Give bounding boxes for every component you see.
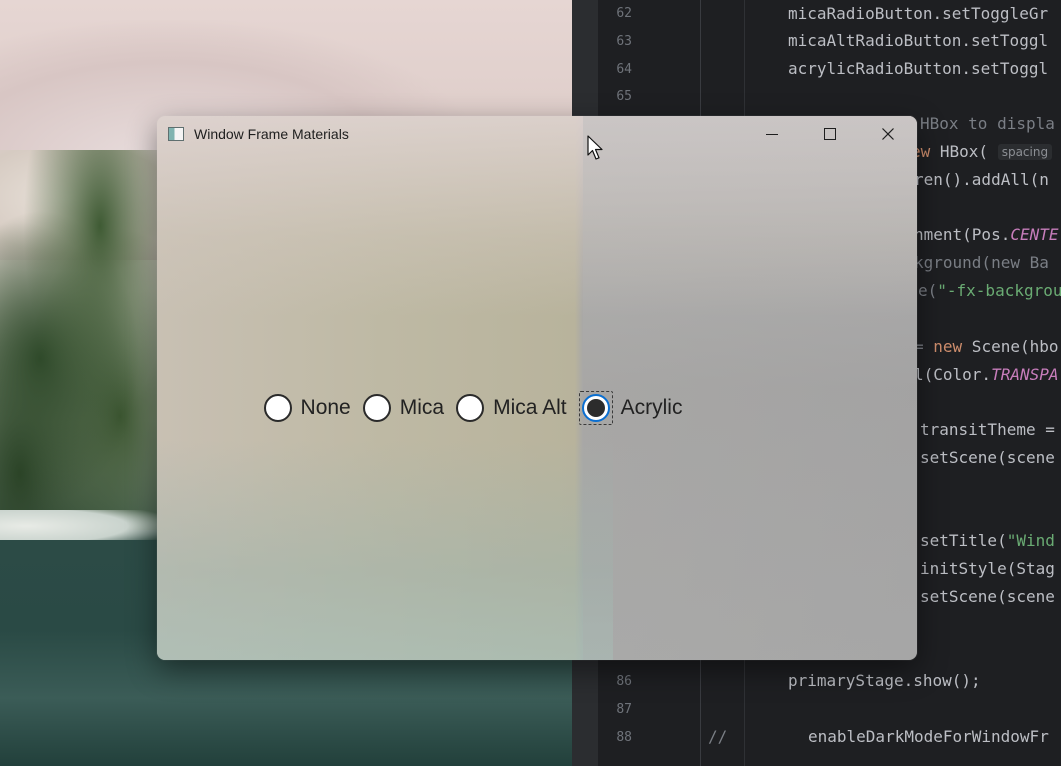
code-keyword: new (933, 337, 963, 356)
code-text: setTitle( (920, 531, 1007, 550)
code-string: "Wind (1006, 531, 1055, 550)
minimize-icon (766, 134, 778, 135)
focus-ring (578, 391, 613, 425)
title-bar[interactable]: Window Frame Materials (157, 116, 917, 152)
code-line[interactable]: enableDarkModeForWindowFr (808, 727, 1049, 747)
line-number: 64 (616, 62, 632, 77)
code-text: nment(Pos. (914, 225, 1011, 244)
radio-button-selected[interactable] (581, 394, 610, 422)
code-line[interactable]: kground(new Ba (914, 253, 1049, 273)
code-line[interactable]: initStyle(Stag (920, 559, 1055, 579)
code-text: Scene(hbo (962, 337, 1059, 356)
code-line[interactable]: l(Color.TRANSPA (914, 365, 1059, 385)
line-number: 87 (616, 702, 632, 717)
radio-label: Acrylic (620, 396, 683, 419)
line-number: 88 (616, 730, 632, 745)
minimize-button[interactable] (743, 116, 801, 152)
radio-mica[interactable]: Mica (362, 394, 445, 422)
radio-none[interactable]: None (263, 394, 351, 422)
mouse-cursor-icon (587, 135, 603, 160)
code-line[interactable]: ew HBox( spacing (911, 142, 1053, 162)
parameter-hint: spacing (997, 144, 1053, 160)
code-line[interactable]: setScene(scene (920, 448, 1055, 468)
code-constant: TRANSPA (991, 365, 1059, 384)
close-button[interactable] (859, 116, 917, 152)
code-line[interactable]: acrylicRadioButton.setToggl (788, 59, 1048, 79)
radio-label: Mica (399, 396, 445, 419)
code-line[interactable]: = new Scene(hbo (914, 337, 1059, 357)
code-line[interactable]: setTitle("Wind (920, 531, 1055, 551)
code-line[interactable]: setScene(scene (920, 587, 1055, 607)
radio-button[interactable] (362, 394, 391, 422)
code-line[interactable]: micaRadioButton.setToggleGr (788, 4, 1048, 24)
code-line[interactable]: primaryStage.show(); (788, 671, 981, 691)
radio-acrylic[interactable]: Acrylic (578, 391, 683, 425)
radio-mica-alt[interactable]: Mica Alt (456, 394, 567, 422)
code-line[interactable]: transitTheme = (920, 420, 1055, 440)
close-icon (882, 128, 894, 140)
code-line[interactable]: HBox to displa (920, 114, 1055, 134)
code-text: e( (918, 281, 938, 300)
radio-label: Mica Alt (493, 396, 567, 419)
radio-button[interactable] (456, 394, 485, 422)
code-line[interactable]: nment(Pos.CENTE (914, 225, 1059, 245)
code-line[interactable]: ren().addAll(n (914, 170, 1049, 190)
app-icon (168, 127, 184, 141)
backdrop-layer (157, 440, 613, 660)
maximize-button[interactable] (801, 116, 859, 152)
radio-button[interactable] (263, 394, 292, 422)
maximize-icon (824, 128, 836, 140)
code-string: "-fx-backgrou (937, 281, 1061, 300)
line-number: 65 (616, 89, 632, 104)
window-title: Window Frame Materials (194, 126, 349, 142)
app-window[interactable]: Window Frame Materials None Mica Mica Al… (157, 116, 917, 660)
line-number: 62 (616, 6, 632, 21)
code-constant: CENTE (1010, 225, 1059, 244)
wallpaper-trees (0, 150, 180, 530)
line-number: 63 (616, 34, 632, 49)
code-text: l(Color. (914, 365, 992, 384)
line-number: 86 (616, 674, 632, 689)
code-text: HBox( (930, 142, 998, 161)
radio-label: None (300, 396, 351, 419)
comment-marker: // (708, 727, 728, 746)
material-radio-group: None Mica Mica Alt Acrylic (157, 386, 859, 430)
code-line[interactable]: micaAltRadioButton.setToggl (788, 31, 1048, 51)
code-line[interactable]: e("-fx-backgrou (918, 281, 1061, 301)
caption-controls (743, 116, 917, 152)
